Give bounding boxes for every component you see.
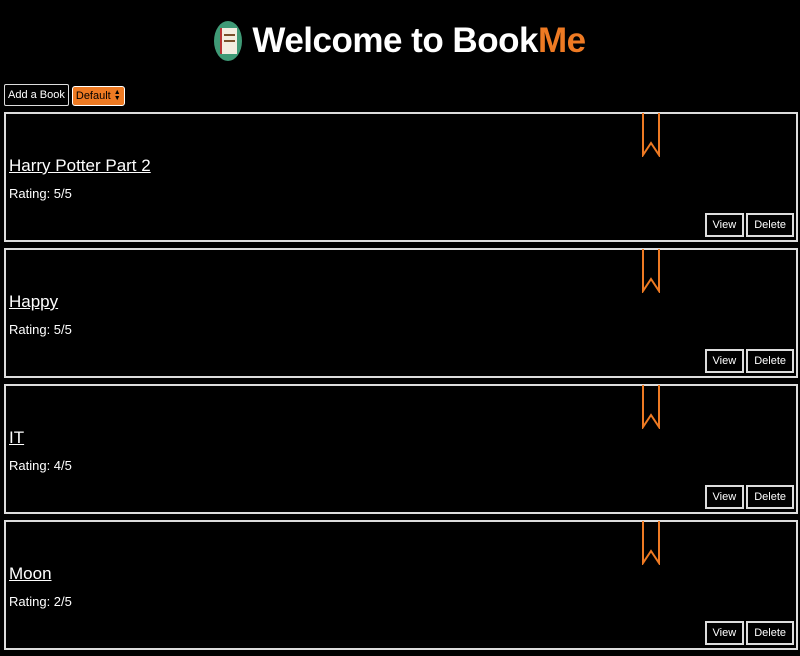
bookmark-icon[interactable] [642,521,660,565]
card-actions: View Delete [704,621,794,645]
book-rating: Rating: 5/5 [9,186,72,201]
book-title-link[interactable]: IT [9,428,24,448]
delete-button[interactable]: Delete [746,349,794,373]
bookmark-icon[interactable] [642,249,660,293]
sort-select[interactable]: Default ▲ ▼ [71,86,125,106]
book-rating: Rating: 2/5 [9,594,72,609]
book-rating: Rating: 5/5 [9,322,72,337]
book-card: Moon Rating: 2/5 View Delete [4,520,798,650]
book-title-link[interactable]: Happy [9,292,58,312]
book-rating: Rating: 4/5 [9,458,72,473]
book-card: IT Rating: 4/5 View Delete [4,384,798,514]
book-logo-icon [214,21,243,61]
card-actions: View Delete [704,485,794,509]
book-card: Harry Potter Part 2 Rating: 5/5 View Del… [4,112,798,242]
page-header: Welcome to BookMe [0,0,800,82]
view-button[interactable]: View [704,213,745,237]
select-arrows-icon: ▲ ▼ [113,89,121,102]
view-button[interactable]: View [704,349,745,373]
book-title-link[interactable]: Harry Potter Part 2 [9,156,151,176]
book-list: Harry Potter Part 2 Rating: 5/5 View Del… [4,112,798,656]
title-accent: Me [537,21,586,60]
page-title: Welcome to BookMe [252,21,586,61]
view-button[interactable]: View [704,621,745,645]
book-title-link[interactable]: Moon [9,564,52,584]
card-actions: View Delete [704,349,794,373]
bookmark-icon[interactable] [642,385,660,429]
delete-button[interactable]: Delete [746,621,794,645]
bookmark-icon[interactable] [642,113,660,157]
add-book-button[interactable]: Add a Book [4,84,69,106]
title-prefix: Welcome to Book [252,21,538,60]
toolbar: Add a Book Default ▲ ▼ [4,84,125,106]
view-button[interactable]: View [704,485,745,509]
book-card: Happy Rating: 5/5 View Delete [4,248,798,378]
delete-button[interactable]: Delete [746,485,794,509]
card-actions: View Delete [704,213,794,237]
delete-button[interactable]: Delete [746,213,794,237]
sort-select-value: Default [75,90,111,102]
